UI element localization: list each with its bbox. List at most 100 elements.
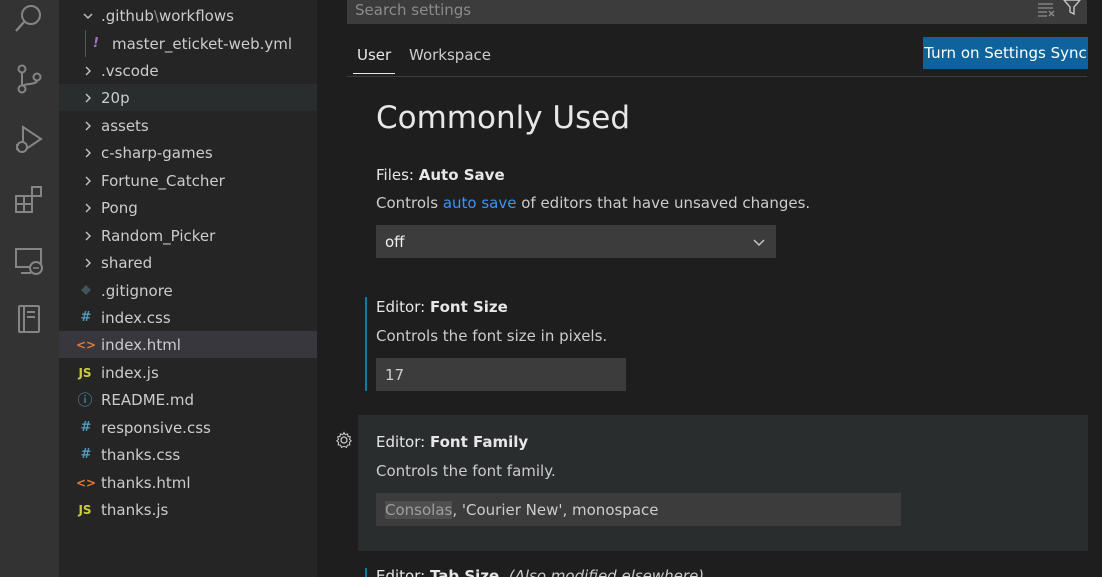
- run-debug-icon[interactable]: [12, 122, 46, 156]
- folder-label: shared: [101, 253, 153, 272]
- setting-name: Font Size: [429, 298, 508, 316]
- setting-name: Auto Save: [418, 166, 505, 184]
- chevron-right-icon: [81, 174, 95, 188]
- folder-item-github[interactable]: .github\workflows: [59, 2, 317, 29]
- file-item-readme-md[interactable]: ⓘ README.md: [59, 386, 317, 413]
- folder-label: assets: [101, 116, 149, 135]
- settings-editor: User Workspace Turn on Settings Sync Com…: [317, 0, 1102, 577]
- file-label: README.md: [101, 390, 195, 409]
- modified-indicator: [365, 297, 367, 391]
- info-icon: ⓘ: [77, 391, 93, 409]
- css-file-icon: #: [80, 420, 92, 435]
- chevron-right-icon: [81, 201, 95, 215]
- folder-label: c-sharp-games: [101, 143, 213, 162]
- file-explorer: .github\workflows ! master_eticket-web.y…: [59, 0, 317, 577]
- font-size-input[interactable]: [376, 358, 626, 391]
- remote-explorer-icon[interactable]: [12, 244, 46, 278]
- font-family-highlighted-text: Consolas: [385, 500, 453, 519]
- chevron-right-icon: [81, 64, 95, 78]
- file-item-thanks-css[interactable]: # thanks.css: [59, 441, 317, 468]
- folder-item-shared[interactable]: shared: [59, 249, 317, 276]
- settings-search-box: [347, 0, 1087, 24]
- file-label: thanks.css: [101, 445, 181, 464]
- extensions-icon[interactable]: [12, 182, 46, 216]
- setting-category: Editor:: [376, 567, 430, 577]
- setting-description-font-family: Controls the font family.: [376, 462, 556, 480]
- setting-category: Editor:: [376, 298, 430, 316]
- activity-bar: [0, 0, 59, 577]
- html-file-icon: <>: [76, 337, 97, 352]
- auto-save-link[interactable]: auto save: [443, 194, 517, 212]
- modified-elsewhere-note[interactable]: (Also modified elsewhere): [509, 567, 704, 577]
- js-file-icon: JS: [78, 365, 92, 380]
- file-label: index.js: [101, 363, 159, 382]
- turn-on-settings-sync-button[interactable]: Turn on Settings Sync: [923, 37, 1088, 69]
- folder-label: 20p: [101, 88, 130, 107]
- folder-item-random-picker[interactable]: Random_Picker: [59, 222, 317, 249]
- clear-settings-search-icon[interactable]: [1036, 0, 1056, 19]
- folder-label: .github: [101, 6, 154, 25]
- auto-save-selected-value: off: [385, 233, 405, 251]
- git-file-icon: [78, 284, 94, 300]
- folder-label: Random_Picker: [101, 226, 216, 245]
- file-item-thanks-js[interactable]: JS thanks.js: [59, 496, 317, 523]
- description-text: of editors that have unsaved changes.: [516, 194, 811, 212]
- setting-title-font-family: Editor: Font Family: [376, 433, 528, 451]
- notebook-icon[interactable]: [12, 302, 46, 336]
- file-item-master-eticket-web-yml[interactable]: ! master_eticket-web.yml: [59, 30, 317, 57]
- setting-category: Files:: [376, 166, 419, 184]
- auto-save-select[interactable]: off: [376, 225, 776, 258]
- file-item-thanks-html[interactable]: <> thanks.html: [59, 469, 317, 496]
- folder-label: .vscode: [101, 61, 159, 80]
- chevron-right-icon: [81, 91, 95, 105]
- js-file-icon: JS: [78, 502, 92, 517]
- setting-description-font-size: Controls the font size in pixels.: [376, 327, 608, 345]
- file-label: thanks.js: [101, 500, 169, 519]
- folder-label-tail: workflows: [158, 6, 234, 25]
- filter-icon[interactable]: [1062, 0, 1082, 17]
- file-label: master_eticket-web.yml: [112, 34, 293, 53]
- file-item-index-html[interactable]: <> index.html: [59, 331, 317, 358]
- setting-title-font-size: Editor: Font Size: [376, 298, 508, 316]
- chevron-down-icon: [81, 9, 95, 23]
- folder-item-20p[interactable]: 20p: [59, 84, 317, 111]
- tab-workspace[interactable]: Workspace: [409, 46, 491, 76]
- folder-item-assets[interactable]: assets: [59, 112, 317, 139]
- source-control-icon[interactable]: [12, 62, 46, 96]
- file-label: thanks.html: [101, 473, 191, 492]
- modified-indicator: [365, 568, 367, 577]
- folder-item-pong[interactable]: Pong: [59, 194, 317, 221]
- css-file-icon: #: [80, 310, 92, 325]
- tab-user[interactable]: User: [352, 46, 396, 76]
- chevron-right-icon: [81, 256, 95, 270]
- setting-category: Editor:: [376, 433, 430, 451]
- chevron-right-icon: [81, 229, 95, 243]
- setting-title-auto-save: Files: Auto Save: [376, 166, 505, 184]
- setting-name: Font Family: [429, 433, 529, 451]
- folder-item-c-sharp-games[interactable]: c-sharp-games: [59, 139, 317, 166]
- folder-label: Pong: [101, 198, 138, 217]
- file-item-index-css[interactable]: # index.css: [59, 304, 317, 331]
- chevron-right-icon: [81, 146, 95, 160]
- setting-name: Tab Size: [429, 567, 500, 577]
- file-label: responsive.css: [101, 418, 211, 437]
- chevron-down-icon: [753, 239, 765, 247]
- search-icon[interactable]: [12, 2, 46, 36]
- settings-search-input[interactable]: [355, 0, 1005, 21]
- file-item-gitignore[interactable]: .gitignore: [59, 277, 317, 304]
- folder-item-fortune-catcher[interactable]: Fortune_Catcher: [59, 167, 317, 194]
- html-file-icon: <>: [76, 475, 97, 490]
- font-family-text: , 'Courier New', monospace: [452, 500, 659, 519]
- section-heading: Commonly Used: [376, 100, 631, 136]
- file-label: index.html: [101, 335, 181, 354]
- setting-title-tab-size: Editor: Tab Size (Also modified elsewher…: [376, 567, 704, 577]
- chevron-right-icon: [81, 119, 95, 133]
- yml-file-icon: !: [93, 36, 99, 51]
- file-item-index-js[interactable]: JS index.js: [59, 359, 317, 386]
- css-file-icon: #: [80, 447, 92, 462]
- setting-description-auto-save: Controls auto save of editors that have …: [376, 194, 810, 212]
- folder-item-vscode[interactable]: .vscode: [59, 57, 317, 84]
- font-family-input[interactable]: Consolas, 'Courier New', monospace: [376, 493, 901, 526]
- file-item-responsive-css[interactable]: # responsive.css: [59, 414, 317, 441]
- gear-icon[interactable]: [335, 431, 353, 449]
